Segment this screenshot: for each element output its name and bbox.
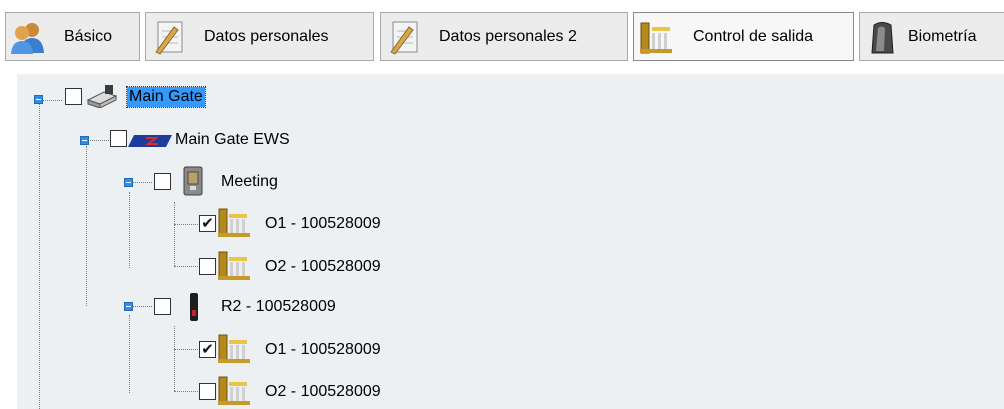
door-reader-icon: [183, 166, 203, 196]
notepad-icon: [390, 21, 418, 55]
tree-line: [174, 202, 175, 266]
tab-biometria[interactable]: Biometría: [859, 12, 1004, 61]
node-checkbox[interactable]: [199, 383, 216, 400]
tab-strip: Básico Datos personales Datos personales…: [0, 0, 1004, 68]
node-checkbox[interactable]: [154, 298, 171, 315]
node-label[interactable]: O1 - 100528009: [263, 214, 383, 234]
tree-line: [39, 103, 40, 409]
tree-line: [174, 349, 198, 350]
tab-datos-personales-2[interactable]: Datos personales 2: [380, 12, 628, 61]
tab-label: Datos personales 2: [439, 28, 577, 45]
node-label[interactable]: R2 - 100528009: [219, 297, 338, 317]
tab-datos-personales[interactable]: Datos personales: [145, 12, 374, 61]
node-label[interactable]: O2 - 100528009: [263, 382, 383, 402]
node-label[interactable]: Main Gate EWS: [173, 130, 292, 150]
tab-label: Biometría: [908, 28, 977, 45]
users-icon: [11, 23, 44, 54]
tree-line: [86, 140, 109, 141]
node-label[interactable]: O2 - 100528009: [263, 257, 383, 277]
gate-output-icon: [218, 376, 250, 405]
tree-line: [86, 146, 87, 306]
node-checkbox[interactable]: [110, 130, 127, 147]
tree-line: [129, 192, 130, 268]
server-gate-icon: [86, 85, 118, 108]
tree-line: [174, 224, 198, 225]
node-label[interactable]: Meeting: [219, 172, 280, 192]
node-label[interactable]: O1 - 100528009: [263, 340, 383, 360]
slim-reader-icon: [190, 293, 198, 321]
collapse-toggle[interactable]: [124, 178, 133, 187]
tab-label: Control de salida: [693, 28, 814, 45]
tree-line: [129, 315, 130, 393]
tab-label: Datos personales: [204, 28, 329, 45]
access-tree[interactable]: Main Gate Main Gate EWS Meeting ✔ O1 - 1…: [17, 74, 1004, 409]
node-checkbox[interactable]: [199, 258, 216, 275]
tree-line: [174, 266, 198, 267]
ews-panel-icon: [128, 135, 172, 147]
collapse-toggle[interactable]: [80, 136, 89, 145]
node-checkbox[interactable]: [154, 173, 171, 190]
tab-basico[interactable]: Básico: [5, 12, 140, 61]
node-checkbox[interactable]: [65, 88, 82, 105]
tree-line: [174, 326, 175, 391]
gate-icon: [640, 22, 672, 54]
collapse-toggle[interactable]: [34, 95, 43, 104]
gate-output-icon: [218, 251, 250, 280]
notepad-icon: [155, 21, 183, 55]
tab-control-de-salida[interactable]: Control de salida: [633, 12, 854, 61]
gate-output-icon: [218, 334, 250, 363]
node-checkbox[interactable]: ✔: [199, 341, 216, 358]
tab-label: Básico: [64, 28, 113, 45]
fingerprint-reader-icon: [871, 22, 894, 54]
collapse-toggle[interactable]: [124, 302, 133, 311]
gate-output-icon: [218, 208, 250, 237]
tree-line: [174, 391, 198, 392]
node-label[interactable]: Main Gate: [126, 86, 206, 108]
node-checkbox[interactable]: ✔: [199, 215, 216, 232]
